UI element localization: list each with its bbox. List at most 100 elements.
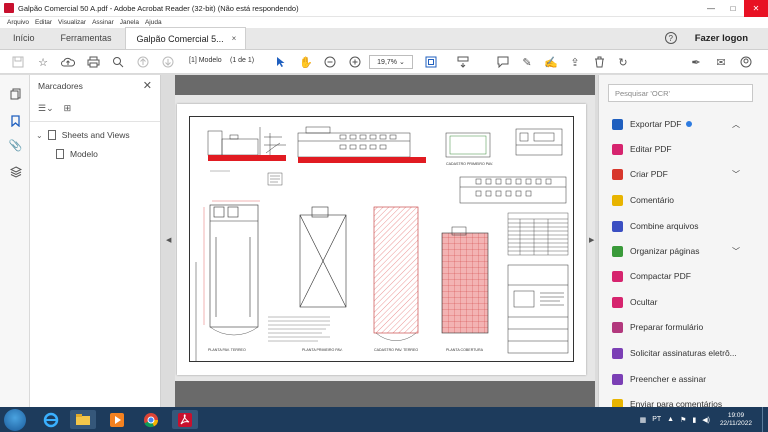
tool-request-signatures[interactable]: Solicitar assinaturas eletrô... [612,345,737,361]
fit-page-icon[interactable] [424,55,438,69]
select-cursor-icon[interactable] [274,55,288,69]
tool-fill-and-sign[interactable]: Preencher e assinar [612,371,706,387]
tab-bar: Início Ferramentas Galpão Comercial 5...… [0,27,768,50]
panel-divider [30,121,160,122]
tool-export-pdf[interactable]: Exportar PDF ︿ [612,116,740,132]
menu-editar[interactable]: Editar [35,19,52,26]
main-toolbar: ☆ [1] Modelo (1 de 1) ✋ 19,7% ⌄ ✎ ✍ ⇪ ↻ … [0,50,768,74]
language-indicator[interactable]: PT [652,416,661,423]
chevron-down-icon[interactable]: ⌄ [36,131,43,140]
upload-cloud-icon[interactable] [61,55,75,69]
tab-tools[interactable]: Ferramentas [48,27,125,49]
save-icon[interactable] [11,55,25,69]
page-label[interactable]: [1] Modelo [189,57,222,64]
minimize-button[interactable]: — [700,0,722,17]
tab-document-label: Galpão Comercial 5... [136,33,224,44]
tool-organize-pages[interactable]: Organizar páginas ﹀ [612,243,740,259]
clock[interactable]: 19:09 22/11/2022 [720,412,752,428]
tool-create-pdf[interactable]: Criar PDF ﹀ [612,166,740,182]
bookmark-icon [56,149,64,159]
sign-in-button[interactable]: Fazer logon [695,33,748,44]
print-icon[interactable] [86,55,100,69]
tool-label: Exportar PDF [630,119,682,129]
page-up-icon[interactable] [136,55,150,69]
document-view[interactable]: CADASTRO PRIMEIRO PAV. PLANTA PAV. TERRE… [175,75,595,407]
tool-prepare-form[interactable]: Preparar formulário [612,319,703,335]
tab-document[interactable]: Galpão Comercial 5... × [124,27,247,49]
bookmark-star-icon[interactable]: ☆ [36,55,50,69]
media-player-icon[interactable] [104,410,130,429]
attachments-icon[interactable]: 📎 [9,139,23,152]
tab-close-icon[interactable]: × [232,34,237,43]
page-down-icon[interactable] [161,55,175,69]
zoom-in-icon[interactable] [348,55,362,69]
acrobat-taskbar-icon[interactable] [172,410,198,429]
signature-icon[interactable]: ✍ [544,55,558,69]
menu-ajuda[interactable]: Ajuda [145,19,162,26]
chevron-down-icon[interactable]: ﹀ [732,169,740,180]
collapse-right-pane-icon[interactable]: ▶ [589,236,594,244]
keyboard-icon[interactable]: ▦ [640,416,647,424]
chevron-up-icon[interactable]: ︿ [732,119,740,130]
menu-visualizar[interactable]: Visualizar [58,19,86,26]
internet-explorer-icon[interactable] [38,410,64,429]
create-pdf-icon [612,168,623,180]
email-icon[interactable]: ✉ [714,55,728,69]
close-window-button[interactable]: ✕ [744,0,768,17]
chrome-icon[interactable] [138,410,164,429]
help-icon[interactable]: ? [664,32,677,44]
hand-tool-icon[interactable]: ✋ [299,55,313,69]
start-button[interactable] [4,409,26,431]
maximize-button[interactable]: □ [722,0,744,17]
tool-label: Preparar formulário [630,322,704,332]
label-planta-cobertura: PLANTA COBERTURA [446,348,484,352]
menu-janela[interactable]: Janela [120,19,139,26]
tools-search-input[interactable]: Pesquisar 'OCR' [608,84,753,102]
rotate-icon[interactable]: ↻ [616,55,630,69]
menu-assinar[interactable]: Assinar [92,19,114,26]
menu-arquivo[interactable]: Arquivo [7,19,29,26]
network-icon[interactable]: ▮ [692,416,696,424]
fill-sign-icon[interactable]: ✒ [689,55,703,69]
scroll-mode-icon[interactable] [456,55,470,69]
zoom-level-select[interactable]: 19,7% ⌄ [369,55,413,69]
tool-label: Organizar páginas [630,246,700,256]
zoom-out-icon[interactable] [323,55,337,69]
edit-pdf-icon [612,143,623,155]
collapse-left-pane-icon[interactable]: ◀ [166,236,171,244]
highlight-pen-icon[interactable]: ✎ [520,55,534,69]
delete-icon[interactable] [592,55,606,69]
combine-files-icon [612,220,623,232]
file-explorer-icon[interactable] [70,410,96,429]
volume-icon[interactable]: ◀) [702,416,710,424]
search-icon[interactable] [111,55,125,69]
tool-combine-files[interactable]: Combine arquivos [612,218,699,234]
tool-label: Solicitar assinaturas eletrô... [630,348,737,358]
tool-compress-pdf[interactable]: Compactar PDF [612,268,691,284]
zoom-level-value: 19,7% [377,58,398,66]
tool-redact[interactable]: Ocultar [612,294,657,310]
share-icon[interactable]: ⇪ [568,55,582,69]
bookmarks-icon[interactable] [9,114,22,127]
bookmark-modelo[interactable]: Modelo [56,149,98,159]
show-desktop-button[interactable] [762,407,768,432]
label-planta-primeiro: PLANTA PRIMEIRO PAV. [302,348,343,352]
comment-icon[interactable] [496,55,510,69]
tab-home[interactable]: Início [0,27,48,49]
bookmark-sheets-and-views[interactable]: ⌄ Sheets and Views [36,130,130,140]
chevron-down-icon[interactable]: ﹀ [732,246,740,257]
drawing-frame: CADASTRO PRIMEIRO PAV. PLANTA PAV. TERRE… [189,116,574,362]
account-icon[interactable] [739,55,753,69]
close-panel-icon[interactable]: ✕ [143,79,152,92]
bookmark-options-icon[interactable]: ☰⌄ [38,103,54,114]
comment-tool-icon [612,194,623,206]
flag-icon[interactable]: ⚑ [680,416,686,424]
tool-comment[interactable]: Comentário [612,192,674,208]
layers-icon[interactable] [9,165,22,178]
new-bookmark-icon[interactable]: ⊞ [64,103,72,114]
tool-edit-pdf[interactable]: Editar PDF [612,141,672,157]
page-thumbnails-icon[interactable] [9,87,22,100]
next-page-region [175,381,595,407]
navigation-pane-strip: 📎 [0,75,30,407]
show-hidden-icons-icon[interactable]: ▲ [667,416,674,423]
